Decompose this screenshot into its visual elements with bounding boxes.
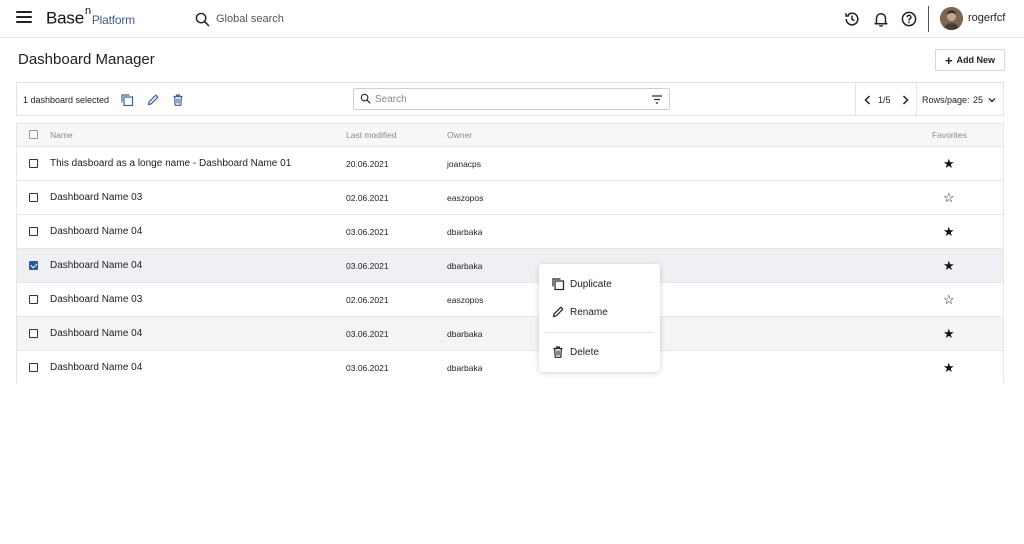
logo-main: Base [46, 8, 84, 28]
row-last-modified: 20.06.2021 [346, 159, 389, 169]
row-owner: dbarbaka [447, 261, 483, 271]
page-title: Dashboard Manager [18, 51, 155, 68]
trash-icon [551, 345, 565, 359]
add-new-label: Add New [956, 55, 996, 65]
search-icon [360, 93, 371, 104]
table-row[interactable]: Dashboard Name 04 03.06.2021 dbarbaka ★ [17, 350, 1003, 384]
row-context-menu: Duplicate Rename Delete [539, 264, 660, 372]
row-owner: dbarbaka [447, 363, 483, 373]
table-row[interactable]: This dasboard as a longe name - Dashboar… [17, 146, 1003, 180]
menu-item-duplicate[interactable]: Duplicate [539, 272, 660, 296]
row-checkbox-checked[interactable] [29, 261, 38, 270]
menu-item-label: Duplicate [570, 279, 612, 290]
row-owner: dbarbaka [447, 329, 483, 339]
table-header: Name Last modified Owner Favorites [17, 124, 1003, 146]
star-filled-icon[interactable]: ★ [943, 225, 955, 238]
logo-sup: n [84, 5, 91, 17]
duplicate-icon[interactable] [120, 93, 134, 107]
row-last-modified: 03.06.2021 [346, 227, 389, 237]
row-checkbox[interactable] [29, 363, 38, 372]
search-icon [195, 12, 210, 27]
chevron-right-icon[interactable] [900, 94, 910, 106]
table-row[interactable]: Dashboard Name 04 03.06.2021 dbarbaka ★ [17, 214, 1003, 248]
menu-item-label: Rename [570, 307, 608, 318]
topbar-divider [928, 6, 929, 32]
star-filled-icon[interactable]: ★ [943, 259, 955, 272]
row-last-modified: 02.06.2021 [346, 193, 389, 203]
top-bar: BasenPlatform Global search rogerfcf [0, 0, 1024, 38]
filter-icon[interactable] [651, 94, 663, 105]
add-new-button[interactable]: + Add New [935, 49, 1005, 71]
menu-icon[interactable] [16, 11, 32, 25]
star-outline-icon[interactable]: ☆ [943, 191, 955, 204]
row-owner: joanacps [447, 159, 482, 169]
global-search[interactable]: Global search [195, 10, 284, 28]
row-last-modified: 03.06.2021 [346, 329, 389, 339]
table-row[interactable]: Dashboard Name 04 03.06.2021 dbarbaka ★ [17, 248, 1003, 282]
dashboard-table: Name Last modified Owner Favorites This … [16, 123, 1004, 384]
row-checkbox[interactable] [29, 159, 38, 168]
row-owner: easzopos [447, 193, 484, 203]
column-header-name[interactable]: Name [50, 130, 73, 140]
row-name: Dashboard Name 04 [50, 328, 143, 339]
duplicate-icon [551, 277, 565, 291]
menu-item-delete[interactable]: Delete [539, 340, 660, 364]
table-row[interactable]: Dashboard Name 04 03.06.2021 dbarbaka ★ [17, 316, 1003, 350]
page-indicator: 1/5 [878, 95, 891, 105]
row-last-modified: 02.06.2021 [346, 295, 389, 305]
row-checkbox[interactable] [29, 329, 38, 338]
selection-count: 1 dashboard selected [23, 95, 110, 105]
chevron-down-icon [988, 97, 996, 103]
column-header-last-modified[interactable]: Last modified [346, 130, 397, 140]
row-checkbox[interactable] [29, 295, 38, 304]
row-last-modified: 03.06.2021 [346, 261, 389, 271]
row-name: Dashboard Name 04 [50, 362, 143, 373]
star-filled-icon[interactable]: ★ [943, 327, 955, 340]
rows-per-page-label: Rows/page: [922, 95, 970, 105]
table-search-placeholder: Search [375, 94, 407, 105]
rows-per-page-value: 25 [973, 95, 984, 105]
row-name: Dashboard Name 03 [50, 192, 143, 203]
row-name: This dasboard as a longe name - Dashboar… [50, 158, 292, 169]
logo-sub: Platform [91, 12, 135, 27]
row-owner: easzopos [447, 295, 484, 305]
column-header-owner[interactable]: Owner [447, 130, 472, 140]
table-row[interactable]: Dashboard Name 03 02.06.2021 easzopos ☆ [17, 180, 1003, 214]
rows-per-page-select[interactable]: 25 [973, 93, 996, 107]
pencil-icon [551, 305, 565, 319]
row-name: Dashboard Name 04 [50, 226, 143, 237]
table-search-input[interactable]: Search [353, 88, 670, 110]
row-checkbox[interactable] [29, 193, 38, 202]
bell-icon[interactable] [872, 10, 890, 28]
menu-divider [545, 332, 654, 333]
plus-icon: + [944, 52, 953, 68]
row-last-modified: 03.06.2021 [346, 363, 389, 373]
menu-item-rename[interactable]: Rename [539, 300, 660, 324]
star-outline-icon[interactable]: ☆ [943, 293, 955, 306]
row-checkbox[interactable] [29, 227, 38, 236]
row-name: Dashboard Name 04 [50, 260, 143, 271]
history-icon[interactable] [843, 10, 861, 28]
global-search-label: Global search [216, 13, 284, 25]
column-header-favorites[interactable]: Favorites [932, 130, 967, 140]
toolbar-divider [916, 83, 917, 115]
help-icon[interactable] [900, 10, 918, 28]
star-filled-icon[interactable]: ★ [943, 361, 955, 374]
menu-item-label: Delete [570, 347, 599, 358]
row-name: Dashboard Name 03 [50, 294, 143, 305]
chevron-left-icon[interactable] [863, 94, 873, 106]
toolbar-divider [855, 83, 856, 115]
row-owner: dbarbaka [447, 227, 483, 237]
edit-icon[interactable] [146, 93, 160, 107]
star-filled-icon[interactable]: ★ [943, 157, 955, 170]
trash-icon[interactable] [171, 93, 185, 107]
username[interactable]: rogerfcf [968, 12, 1005, 24]
logo[interactable]: BasenPlatform [46, 5, 135, 29]
table-toolbar: 1 dashboard selected Search 1/5 Rows/pag… [16, 82, 1004, 116]
table-row[interactable]: Dashboard Name 03 02.06.2021 easzopos ☆ [17, 282, 1003, 316]
avatar[interactable] [940, 7, 963, 30]
select-all-checkbox[interactable] [29, 130, 38, 139]
